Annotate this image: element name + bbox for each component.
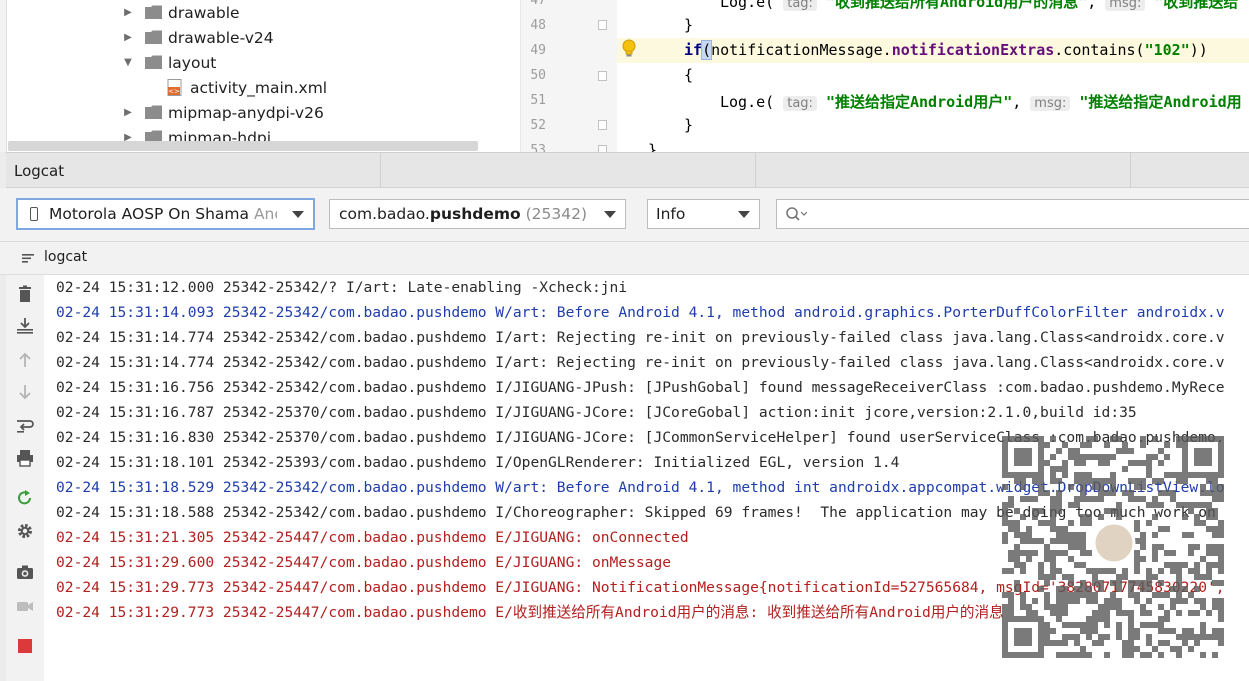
tree-item-label: mipmap-anydpi-v26 bbox=[168, 103, 324, 122]
chevron-down-icon bbox=[604, 211, 616, 218]
video-icon[interactable] bbox=[16, 597, 34, 615]
log-line[interactable]: 02-24 15:31:21.305 25342-25447/com.badao… bbox=[56, 525, 689, 550]
code-line-48: } bbox=[684, 16, 694, 34]
code-editor[interactable]: 47 48 49 50 51 52 53 Log.e( tag: "收到推送给所有Andro… bbox=[520, 0, 1249, 152]
process-select[interactable]: com.badao.pushdemo (25342) bbox=[329, 199, 626, 229]
xml-file-icon: <> bbox=[167, 79, 184, 96]
fold-marker[interactable] bbox=[598, 120, 607, 130]
process-name: pushdemo bbox=[429, 205, 521, 223]
log-line[interactable]: 02-24 15:31:29.773 25342-25447/com.badao… bbox=[56, 600, 1004, 625]
down-arrow-icon[interactable] bbox=[16, 383, 34, 401]
folder-icon bbox=[145, 55, 162, 69]
folder-icon bbox=[145, 5, 162, 19]
header-separator bbox=[755, 153, 756, 188]
header-separator bbox=[380, 153, 381, 188]
logcat-toolbar: Motorola AOSP On Shama Android com.badao… bbox=[0, 188, 1249, 242]
process-prefix: com.badao. bbox=[339, 205, 430, 223]
search-input[interactable] bbox=[776, 199, 1249, 229]
line-number: 49 bbox=[530, 43, 546, 58]
chevron-down-icon bbox=[292, 211, 304, 218]
line-number: 51 bbox=[530, 93, 546, 108]
tree-item[interactable]: ▶ drawable bbox=[0, 0, 520, 25]
log-line[interactable]: 02-24 15:31:14.774 25342-25342/com.badao… bbox=[56, 350, 1225, 375]
print-icon[interactable] bbox=[16, 449, 34, 467]
device-select[interactable]: Motorola AOSP On Shama Android bbox=[16, 198, 315, 230]
tree-item[interactable]: ▼ layout bbox=[0, 50, 520, 75]
log-level-select[interactable]: Info bbox=[647, 199, 760, 229]
line-number: 47 bbox=[530, 0, 546, 8]
search-icon bbox=[786, 207, 807, 221]
settings-gear-icon[interactable] bbox=[16, 522, 34, 540]
trash-icon[interactable] bbox=[16, 285, 34, 303]
tree-item[interactable]: <> activity_main.xml bbox=[0, 75, 520, 100]
log-line[interactable]: 02-24 15:31:12.000 25342-25342/? I/art: … bbox=[56, 275, 627, 300]
fold-marker[interactable] bbox=[598, 71, 607, 81]
log-line[interactable]: 02-24 15:31:14.093 25342-25342/com.badao… bbox=[56, 300, 1225, 325]
device-name: Motorola AOSP On Shama bbox=[49, 205, 254, 223]
line-number: 52 bbox=[530, 118, 546, 133]
tree-item-label: layout bbox=[168, 53, 217, 72]
log-line[interactable]: 02-24 15:31:14.774 25342-25342/com.badao… bbox=[56, 325, 1225, 350]
restart-icon[interactable] bbox=[16, 489, 34, 507]
line-number: 50 bbox=[530, 68, 546, 83]
chevron-down-icon[interactable]: ▼ bbox=[122, 57, 134, 68]
chevron-right-icon[interactable]: ▶ bbox=[122, 7, 134, 18]
qr-avatar bbox=[1092, 521, 1136, 565]
code-line-52: } bbox=[684, 116, 694, 134]
code-line-49: if(notificationMessage.notificationExtra… bbox=[684, 40, 1208, 60]
line-number: 48 bbox=[530, 18, 546, 33]
code-line-47: Log.e( tag: "收到推送给所有Android用户的消息", msg: … bbox=[720, 0, 1238, 12]
phone-icon bbox=[30, 207, 38, 221]
lightbulb-icon[interactable] bbox=[621, 39, 637, 59]
header-separator bbox=[1130, 153, 1131, 188]
chevron-down-icon bbox=[738, 211, 750, 218]
fold-marker[interactable] bbox=[598, 145, 607, 152]
tree-item-label: activity_main.xml bbox=[190, 78, 328, 97]
tree-item[interactable]: ▶ mipmap-anydpi-v26 bbox=[0, 100, 520, 125]
tree-horizontal-scrollbar[interactable] bbox=[8, 141, 478, 151]
logcat-tab-bar: logcat bbox=[0, 242, 1249, 275]
tree-item-label: drawable bbox=[168, 3, 240, 22]
folder-icon bbox=[145, 30, 162, 44]
code-line-53: } bbox=[648, 141, 658, 152]
chevron-right-icon[interactable]: ▶ bbox=[122, 32, 134, 43]
camera-icon[interactable] bbox=[16, 563, 34, 581]
code-line-51: Log.e( tag: "推送给指定Android用户", msg: "推送给指… bbox=[720, 93, 1242, 111]
soft-wrap-icon[interactable] bbox=[16, 417, 34, 435]
log-line[interactable]: 02-24 15:31:29.600 25342-25447/com.badao… bbox=[56, 550, 671, 575]
log-line[interactable]: 02-24 15:31:18.101 25342-25393/com.badao… bbox=[56, 450, 899, 475]
log-line[interactable]: 02-24 15:31:16.756 25342-25342/com.badao… bbox=[56, 375, 1225, 400]
folder-icon bbox=[145, 105, 162, 119]
stop-icon[interactable] bbox=[16, 637, 34, 655]
line-number: 53 bbox=[530, 143, 546, 152]
chevron-right-icon[interactable]: ▶ bbox=[122, 107, 134, 118]
project-tree: ▶ drawable ▶ drawable-v24 ▼ layout <> activity_… bbox=[0, 0, 520, 152]
svg-text:<>: <> bbox=[168, 88, 180, 96]
logcat-tab[interactable]: logcat bbox=[44, 249, 87, 265]
logcat-header: Logcat bbox=[0, 152, 1249, 188]
qr-code-watermark bbox=[1002, 436, 1224, 658]
log-level-value: Info bbox=[656, 205, 686, 223]
tree-item-label: drawable-v24 bbox=[168, 28, 274, 47]
fold-marker[interactable] bbox=[598, 20, 607, 30]
up-arrow-icon[interactable] bbox=[16, 351, 34, 369]
scroll-to-end-icon[interactable] bbox=[16, 317, 34, 335]
logcat-side-toolbar bbox=[6, 275, 45, 681]
logcat-title: Logcat bbox=[14, 162, 65, 180]
log-line[interactable]: 02-24 15:31:16.787 25342-25370/com.badao… bbox=[56, 400, 1137, 425]
code-line-50: { bbox=[684, 66, 694, 84]
list-icon bbox=[22, 254, 34, 263]
tree-item[interactable]: ▶ drawable-v24 bbox=[0, 25, 520, 50]
process-pid: (25342) bbox=[520, 205, 587, 223]
